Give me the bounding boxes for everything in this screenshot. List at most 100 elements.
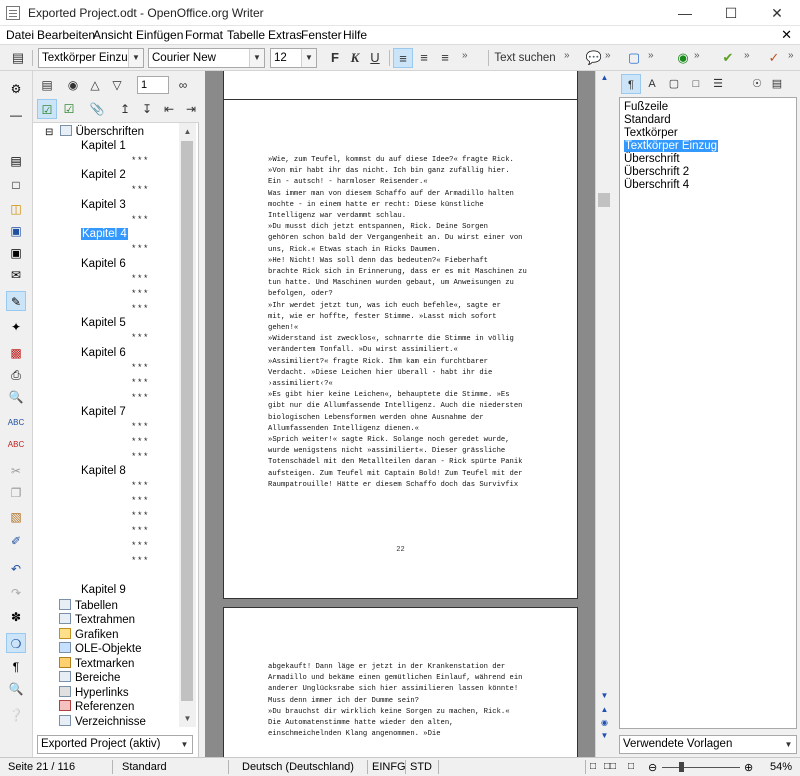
text-line[interactable]: befolgen, oder? xyxy=(268,289,538,300)
chevron-down-icon[interactable]: ▼ xyxy=(781,736,796,753)
chevron-down-icon[interactable]: ▼ xyxy=(249,49,264,67)
list-styles-icon[interactable]: ☰ xyxy=(708,74,728,94)
tree-stars[interactable]: * * * xyxy=(132,286,148,300)
text-line[interactable]: »Assimiliert?« fragte Rick. Ihm kam ein … xyxy=(268,357,538,368)
status-page-style[interactable]: Standard xyxy=(122,761,167,773)
chevron-down-icon[interactable]: ▼ xyxy=(177,736,192,753)
ext-check-icon[interactable]: ✓ xyxy=(764,48,784,68)
align-center-icon[interactable]: ≡ xyxy=(414,48,434,68)
tree-stars[interactable]: * * * xyxy=(132,360,148,374)
single-page-view-icon[interactable]: □ xyxy=(590,761,596,772)
tree-heading[interactable]: Kapitel 6 xyxy=(81,346,126,360)
undo-icon[interactable]: ↶ xyxy=(6,559,26,579)
text-line[interactable]: mit, wie er hoffte, fester Stimme. »Lass… xyxy=(268,312,538,323)
italic-button[interactable]: K xyxy=(345,48,365,68)
text-line[interactable]: gehören schon bald der Vergangenheit an.… xyxy=(268,233,538,244)
tree-stars[interactable]: * * * xyxy=(132,523,148,537)
text-line[interactable]: einschmeichelnden Klang angenommen. »Die xyxy=(268,729,538,740)
spellcheck-icon[interactable]: ABC xyxy=(6,413,26,433)
demote-chapter-icon[interactable]: ↧ xyxy=(137,99,157,119)
tree-heading[interactable]: Kapitel 7 xyxy=(81,405,126,419)
scroll-thumb[interactable] xyxy=(598,193,610,207)
scroll-up-icon[interactable]: ▲ xyxy=(179,123,196,140)
maximize-button[interactable]: ☐ xyxy=(708,0,754,26)
tree-stars[interactable]: * * * xyxy=(132,212,148,226)
text-line[interactable]: Die Automatenstimme hatte wieder den alt… xyxy=(268,718,538,729)
style-item[interactable]: Überschrift 4 xyxy=(624,179,689,191)
toolbar-overflow-icon[interactable]: » xyxy=(462,50,467,61)
text-line[interactable]: »Wie, zum Teufel, kommst du auf diese Id… xyxy=(268,155,538,166)
tree-category-indexes[interactable]: Verzeichnisse xyxy=(59,715,146,727)
tree-stars[interactable]: * * * xyxy=(132,434,148,448)
text-line[interactable]: »Du musst dich jetzt entspannen, Rick. D… xyxy=(268,222,538,233)
text-line[interactable]: wurde wenigstens nicht »assimiliert«. Di… xyxy=(268,446,538,457)
tree-category-sections[interactable]: Bereiche xyxy=(59,671,120,685)
zoom-in-icon[interactable]: ⊕ xyxy=(744,761,753,774)
extension-icon[interactable]: ✔ xyxy=(718,48,738,68)
style-item[interactable]: Überschrift 2 xyxy=(624,166,689,178)
text-line[interactable]: Verdacht. »Diese Leichen hier überall - … xyxy=(268,368,538,379)
navigator-icon[interactable]: ❍ xyxy=(6,633,26,653)
collapse-icon[interactable]: ⊟ xyxy=(45,127,53,138)
text-line[interactable]: Intelligenz war verdammt schlau. xyxy=(268,211,538,222)
text-line[interactable]: gibt nur die Allumfassende Intelligenz. … xyxy=(268,401,538,412)
text-line[interactable]: anderer Unglücksrabe sich hier assimilie… xyxy=(268,684,538,695)
navigation-icon[interactable]: ◉ xyxy=(63,75,83,95)
save-icon[interactable]: ▣ xyxy=(6,221,26,241)
scroll-down-icon[interactable]: ▼ xyxy=(597,689,612,702)
navigator-scrollbar[interactable]: ▲ ▼ xyxy=(179,123,196,727)
toggle-icon[interactable]: ▤ xyxy=(37,75,57,95)
scroll-up-icon[interactable]: ▲ xyxy=(597,71,612,84)
document-scrollbar[interactable]: ▲ ▼ ▲ ◉ ▼ xyxy=(595,71,612,757)
text-line[interactable]: »Es gibt hier keine Leichen«, behauptete… xyxy=(268,390,538,401)
redo-icon[interactable]: ↷ xyxy=(6,583,26,603)
menu-extras[interactable]: Extras xyxy=(268,28,302,42)
style-item[interactable]: Fußzeile xyxy=(624,101,668,113)
align-left-icon[interactable]: ≡ xyxy=(393,48,413,68)
text-line[interactable]: mochte - in einem hatte er recht: Diese … xyxy=(268,200,538,211)
text-line[interactable]: »Sprich weiter!« sagte Rick. Solange noc… xyxy=(268,435,538,446)
scroll-down-icon[interactable]: ▼ xyxy=(179,710,196,727)
next-icon[interactable]: ▽ xyxy=(107,75,127,95)
menu-fenster[interactable]: Fenster xyxy=(301,28,342,42)
style-filter-select[interactable]: Verwendete Vorlagen ▼ xyxy=(619,735,797,754)
style-item-selected[interactable]: Textkörper Einzug xyxy=(624,140,719,152)
save-as-icon[interactable]: ▣ xyxy=(6,243,26,263)
align-right-icon[interactable]: ≡ xyxy=(435,48,455,68)
copy-icon[interactable]: ❐ xyxy=(6,483,26,503)
status-zoom[interactable]: 54% xyxy=(770,761,792,773)
drag-mode-icon[interactable]: ∞ xyxy=(173,75,193,95)
formatting-marks-icon[interactable]: ¶ xyxy=(6,657,26,677)
promote-level-icon[interactable]: ⇤ xyxy=(159,99,179,119)
minimize-button[interactable]: — xyxy=(662,0,708,26)
paragraph-style-combo[interactable]: Textkörper Einzug ▼ xyxy=(38,48,144,68)
menu-format[interactable]: Format xyxy=(185,28,223,42)
tree-stars[interactable]: * * * xyxy=(132,375,148,389)
list-box-icon[interactable]: ☑ xyxy=(37,99,57,119)
frame-styles-icon[interactable]: ▢ xyxy=(664,74,684,94)
new-document-icon[interactable]: ▤ xyxy=(6,151,26,171)
text-line[interactable]: Armadillo und bekäme einen gemütlichen E… xyxy=(268,673,538,684)
document-view[interactable]: »Wie, zum Teufel, kommst du auf diese Id… xyxy=(205,71,595,757)
zoom-icon[interactable]: 🔍 xyxy=(6,679,26,699)
bold-button[interactable]: F xyxy=(325,48,345,68)
tree-heading[interactable]: Kapitel 1 xyxy=(81,139,126,153)
previous-icon[interactable]: △ xyxy=(85,75,105,95)
text-line[interactable]: biologischen Lebensformen werden ohne Au… xyxy=(268,413,538,424)
heading-level-spinner[interactable]: 1 xyxy=(137,76,169,94)
text-line[interactable]: Allumfassenden Intelligenz dienen.« xyxy=(268,424,538,435)
status-insert-mode[interactable]: EINFG xyxy=(372,761,406,773)
tree-stars[interactable]: * * * xyxy=(132,330,148,344)
font-size-combo[interactable]: 12 ▼ xyxy=(270,48,317,68)
close-document-icon[interactable]: ✕ xyxy=(781,27,792,43)
page-preview-icon[interactable]: 🔍 xyxy=(6,387,26,407)
page-23-text[interactable]: abgekauft! Dann läge er jetzt in der Kra… xyxy=(268,662,538,740)
style-item[interactable]: Textkörper xyxy=(624,127,678,139)
menu-datei[interactable]: Datei xyxy=(6,28,34,42)
text-line[interactable]: tun hatte. Und Maschinen wurden gebaut, … xyxy=(268,278,538,289)
tree-category-graphics[interactable]: Grafiken xyxy=(59,628,118,642)
underline-button[interactable]: U xyxy=(365,48,385,68)
tree-stars[interactable]: * * * xyxy=(132,301,148,315)
toolbar-overflow-icon[interactable]: » xyxy=(564,50,569,61)
font-name-combo[interactable]: Courier New ▼ xyxy=(148,48,265,68)
